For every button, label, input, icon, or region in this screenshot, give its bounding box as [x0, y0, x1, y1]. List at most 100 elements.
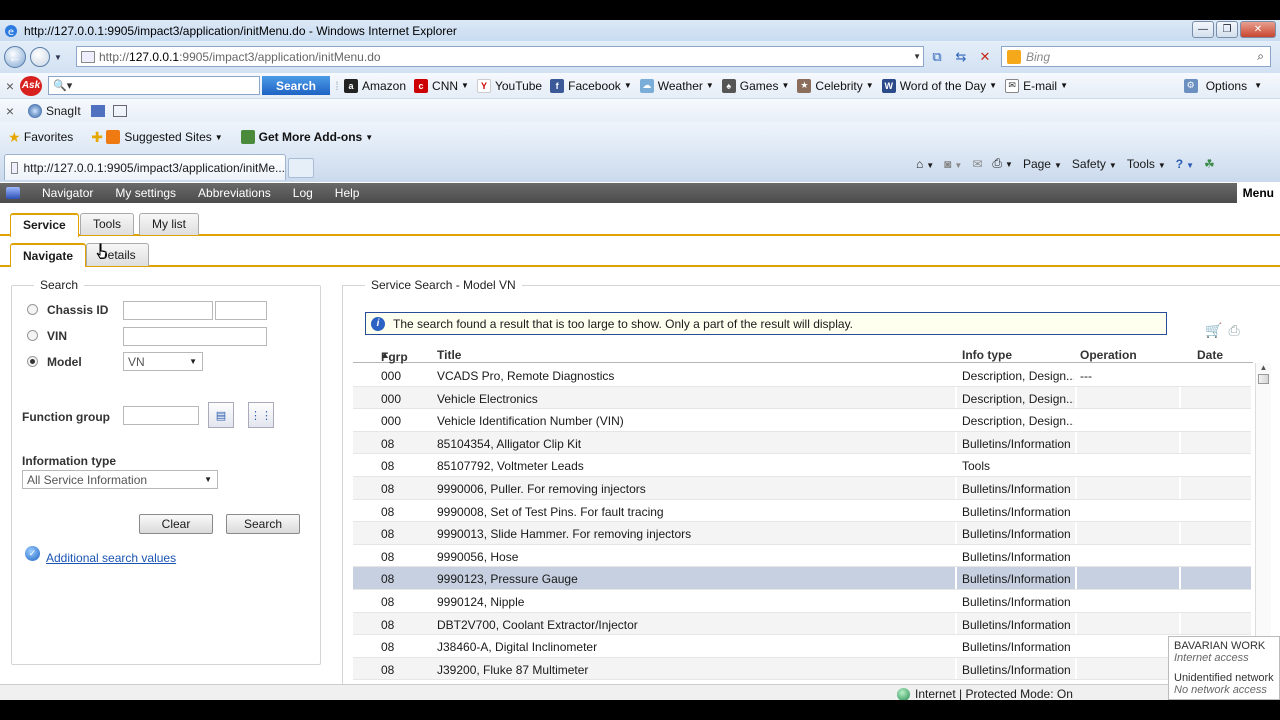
read-mail-icon[interactable]: ✉: [972, 157, 982, 171]
table-row[interactable]: 08 J38460-A, Digital Inclinometer Bulletin…: [353, 635, 1251, 658]
model-radio[interactable]: [27, 356, 38, 367]
bing-search-field[interactable]: Bing ⌕: [1001, 46, 1271, 67]
options-button[interactable]: ⚙ Options ▼: [1183, 78, 1262, 93]
column-info-type[interactable]: Info type: [962, 348, 1012, 362]
column-operation[interactable]: Operation: [1080, 348, 1137, 362]
table-row[interactable]: 08 9990013, Slide Hammer. For removing in…: [353, 522, 1251, 545]
table-row[interactable]: 08 85104354, Alligator Clip Kit Bulletins/…: [353, 431, 1251, 455]
table-row[interactable]: 08 DBT2V700, Coolant Extractor/Injector Bu…: [353, 612, 1251, 636]
table-row[interactable]: 000 Vehicle Identification Number (VIN) De…: [353, 409, 1251, 432]
toolbar-link-email[interactable]: ✉ E-mail ▼: [1005, 78, 1068, 93]
snagit-editor-icon[interactable]: [112, 104, 127, 117]
menu-item-navigator[interactable]: Navigator: [42, 186, 93, 200]
printer-icon[interactable]: ⎙: [1228, 322, 1239, 339]
ask-toolbar: × Ask 🔍▾ Search ⁞ a Amazon c CNN ▼ Y YouTube…: [0, 73, 1280, 99]
page-menu-button[interactable]: Page ▼: [1023, 157, 1062, 171]
ask-search-input[interactable]: 🔍▾: [48, 76, 260, 95]
toolbar-link-games[interactable]: ♠ Games ▼: [721, 78, 789, 93]
table-row[interactable]: 08 J39200, Fluke 87 Multimeter Bulletins/I…: [353, 657, 1251, 681]
browser-tab[interactable]: http://127.0.0.1:9905/impact3/applicatio…: [4, 154, 286, 180]
security-zone[interactable]: Internet | Protected Mode: On: [897, 687, 1073, 700]
help-icon[interactable]: ? ▼: [1176, 157, 1194, 171]
forward-button[interactable]: →: [30, 47, 50, 67]
research-icon[interactable]: ☘: [1204, 157, 1215, 171]
shopping-cart-icon[interactable]: 🛒: [1205, 322, 1222, 339]
table-row[interactable]: 08 9990123, Pressure Gauge Bulletins/Infor…: [353, 567, 1251, 590]
safety-menu-button[interactable]: Safety ▼: [1072, 157, 1117, 171]
print-icon[interactable]: ⎙ ▼: [992, 156, 1013, 171]
chassis-id-number-field[interactable]: [215, 301, 267, 320]
stop-icon[interactable]: ✕: [975, 47, 995, 66]
function-group-keypad-icon[interactable]: ⋮⋮: [248, 402, 274, 428]
toolbar-link-word-of-the-day[interactable]: W Word of the Day ▼: [881, 78, 997, 93]
function-group-tree-icon[interactable]: ▤: [208, 402, 234, 428]
table-row[interactable]: 08 9990056, Hose Bulletins/Information: [353, 544, 1251, 568]
cell-info-type: Bulletins/Information: [962, 662, 1071, 677]
suggested-sites-button[interactable]: ✚ Suggested Sites ▼: [91, 129, 222, 146]
menu-item-help[interactable]: Help: [335, 186, 360, 200]
function-group-field[interactable]: [123, 406, 199, 425]
close-snagit-toolbar-icon[interactable]: ×: [0, 103, 20, 119]
close-window-button[interactable]: ✕: [1240, 21, 1276, 38]
column-divider: [955, 612, 957, 635]
toolbar-link-youtube[interactable]: Y YouTube: [476, 78, 542, 93]
tab-service[interactable]: Service: [10, 213, 79, 237]
menu-item-log[interactable]: Log: [293, 186, 313, 200]
table-row[interactable]: 000 Vehicle Electronics Description, Desig…: [353, 386, 1251, 410]
history-dropdown-icon[interactable]: ▼: [54, 53, 62, 62]
back-button[interactable]: ←: [4, 46, 26, 68]
column-date[interactable]: Date: [1197, 348, 1223, 362]
snagit-capture-icon[interactable]: [90, 104, 105, 117]
compatibility-icon[interactable]: ⧉: [927, 47, 947, 66]
additional-search-values-link[interactable]: Additional search values: [46, 551, 176, 565]
scroll-up-icon[interactable]: ▲: [1256, 363, 1271, 372]
clear-button[interactable]: Clear: [139, 514, 213, 534]
get-more-addons-button[interactable]: Get More Add-ons ▼: [240, 130, 373, 144]
tab-tools[interactable]: Tools: [80, 213, 135, 235]
chassis-id-series-field[interactable]: [123, 301, 213, 320]
table-row[interactable]: 08 85107792, Voltmeter Leads Tools: [353, 454, 1251, 477]
address-dropdown-icon[interactable]: ▼: [913, 52, 921, 61]
menu-item-my-settings[interactable]: My settings: [115, 186, 176, 200]
tools-menu-button[interactable]: Tools ▼: [1127, 157, 1166, 171]
column-title[interactable]: Title: [437, 348, 461, 362]
search-button[interactable]: Search: [226, 514, 300, 534]
home-icon[interactable]: ⌂ ▼: [916, 157, 934, 171]
favorites-button[interactable]: ★ Favorites: [8, 129, 73, 146]
toolbar-link-amazon[interactable]: a Amazon: [344, 78, 406, 93]
results-scrollbar[interactable]: ▲: [1255, 363, 1271, 683]
vin-field[interactable]: [123, 327, 267, 346]
feeds-icon[interactable]: ◙ ▼: [944, 157, 962, 171]
cell-info-type: Tools: [962, 459, 991, 474]
close-toolbar-icon[interactable]: ×: [0, 78, 20, 94]
cell-title: J39200, Fluke 87 Multimeter: [437, 662, 589, 677]
table-row[interactable]: 08 9990008, Set of Test Pins. For fault t…: [353, 499, 1251, 523]
table-row[interactable]: 000 VCADS Pro, Remote Diagnostics Descript…: [353, 364, 1251, 387]
cell-info-type: Bulletins/Information: [962, 504, 1071, 519]
toolbar-link-facebook[interactable]: f Facebook ▼: [550, 78, 632, 93]
chassis-id-radio[interactable]: [27, 304, 38, 315]
toolbar-link-weather[interactable]: ☁ Weather ▼: [639, 78, 714, 93]
information-type-select[interactable]: All Service Information ▼: [22, 470, 218, 489]
new-tab-button[interactable]: [288, 158, 314, 178]
search-icon[interactable]: ⌕: [1257, 49, 1264, 64]
address-field[interactable]: http://127.0.0.1:9905/impact3/applicatio…: [76, 46, 924, 67]
ask-logo-icon[interactable]: Ask: [20, 75, 42, 96]
table-row[interactable]: 08 9990124, Nipple Bulletins/Information: [353, 589, 1251, 613]
toolbar-link-cnn[interactable]: c CNN ▼: [414, 78, 469, 93]
table-row[interactable]: 08 9990006, Puller. For removing injector…: [353, 476, 1251, 500]
expand-chevron-icon[interactable]: ✓: [25, 546, 40, 561]
tab-navigate[interactable]: Navigate: [10, 243, 87, 267]
refresh-icon[interactable]: ⇆: [951, 47, 971, 66]
minimize-button[interactable]: —: [1192, 21, 1214, 38]
menu-button[interactable]: Menu: [1236, 183, 1280, 203]
menu-item-abbreviations[interactable]: Abbreviations: [198, 186, 271, 200]
scroll-thumb[interactable]: [1258, 374, 1269, 384]
tab-my-list[interactable]: My list: [139, 213, 199, 235]
vin-radio[interactable]: [27, 330, 38, 341]
toolbar-link-celebrity[interactable]: ★ Celebrity ▼: [797, 78, 874, 93]
snagit-button[interactable]: SnagIt: [46, 104, 81, 118]
maximize-button[interactable]: ❐: [1216, 21, 1238, 38]
ask-search-button[interactable]: Search: [262, 76, 330, 95]
model-select[interactable]: VN ▼: [123, 352, 203, 371]
